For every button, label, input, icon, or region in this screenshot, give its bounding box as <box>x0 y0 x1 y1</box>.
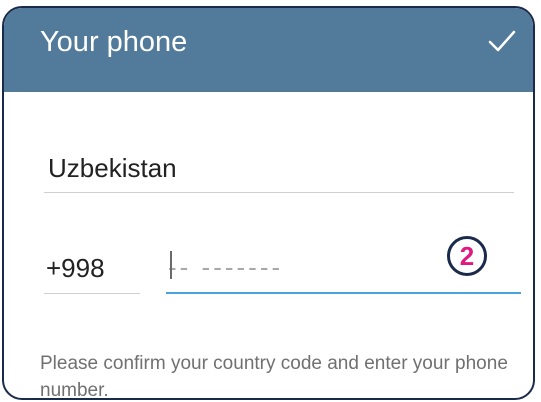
phone-screen-frame: Your phone Uzbekistan +998 2 Please conf… <box>2 6 535 400</box>
page-title: Your phone <box>40 26 188 58</box>
checkmark-icon[interactable] <box>487 26 517 56</box>
country-code-field[interactable]: +998 <box>46 252 105 284</box>
app-header: Your phone <box>4 8 533 92</box>
text-cursor <box>170 251 172 279</box>
phone-input-underline <box>166 292 521 294</box>
country-code-underline <box>44 293 140 294</box>
country-selector[interactable]: Uzbekistan <box>48 152 177 184</box>
step-number-badge: 2 <box>447 236 487 276</box>
hint-text: Please confirm your country code and ent… <box>40 353 508 400</box>
country-underline <box>44 192 514 193</box>
